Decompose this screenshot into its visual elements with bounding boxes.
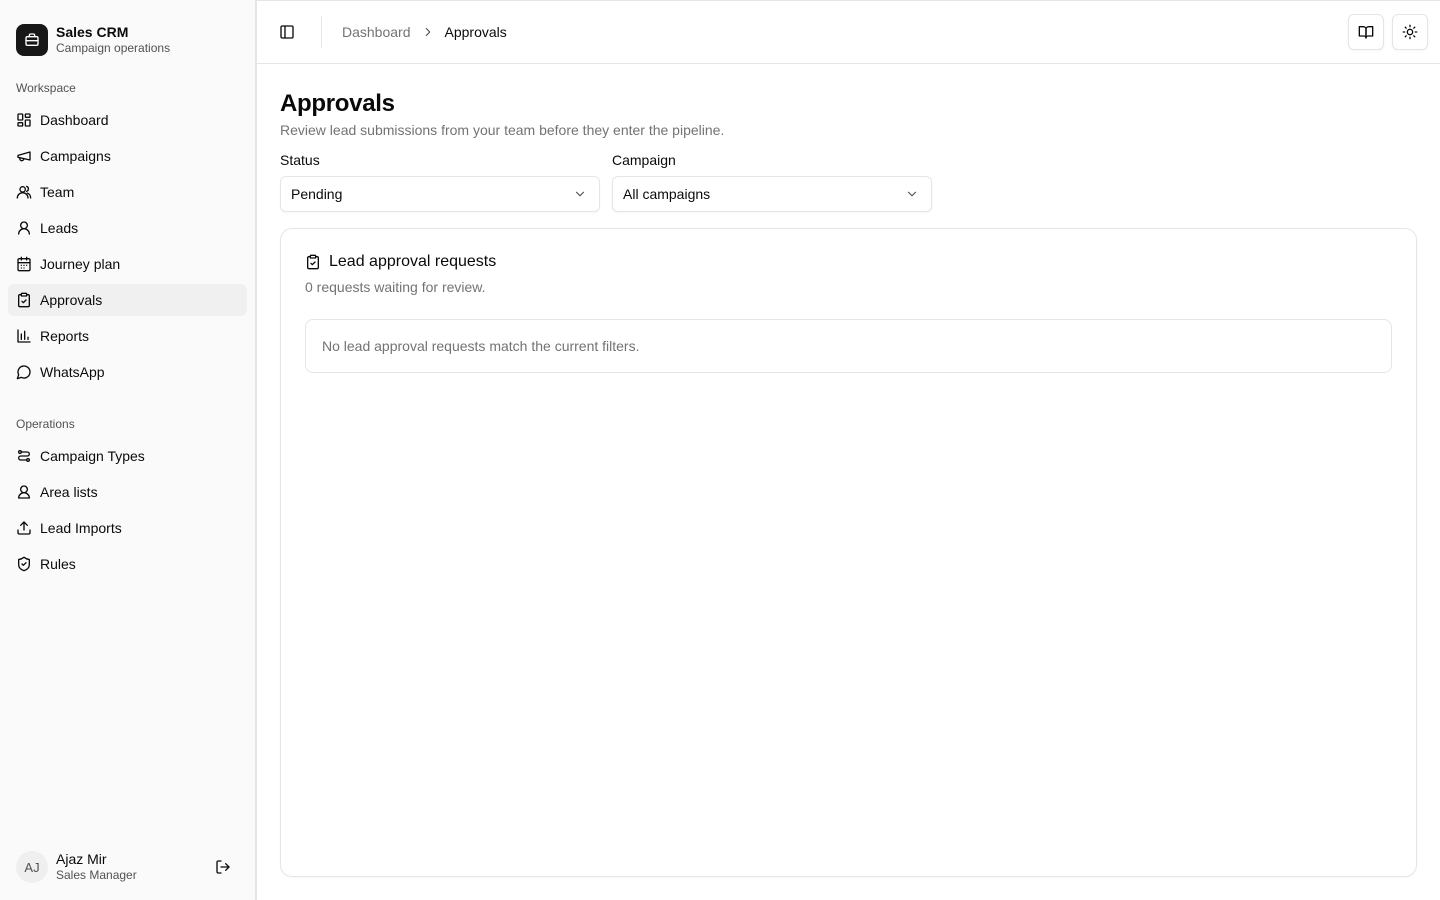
brand-title: Sales CRM xyxy=(56,23,129,40)
sidebar-item-team[interactable]: Team xyxy=(8,176,247,208)
breadcrumb-dashboard-link[interactable]: Dashboard xyxy=(342,24,411,40)
sidebar-item-label: Journey plan xyxy=(40,256,121,272)
page-content: Approvals Review lead submissions from y… xyxy=(257,64,1440,900)
top-header: Dashboard Approvals xyxy=(257,1,1440,64)
status-select-value: Pending xyxy=(291,186,343,202)
campaign-select[interactable]: All campaigns xyxy=(612,176,932,212)
theme-toggle-button[interactable] xyxy=(1392,14,1428,50)
sidebar-item-label: Reports xyxy=(40,328,90,344)
logout-button[interactable] xyxy=(207,851,239,883)
chevron-down-icon xyxy=(907,191,917,197)
panel-left-icon xyxy=(280,25,294,39)
log-out-icon xyxy=(216,860,230,874)
user-pin-icon xyxy=(18,485,30,499)
filters: Status Pending Campaign All campaigns xyxy=(280,152,1417,212)
bar-chart-icon xyxy=(17,329,31,343)
campaign-filter-label: Campaign xyxy=(612,152,676,168)
briefcase-icon xyxy=(16,23,48,56)
campaign-filter: Campaign All campaigns xyxy=(612,152,932,212)
sidebar-item-rules[interactable]: Rules xyxy=(8,548,247,580)
sidebar-item-label: Campaigns xyxy=(40,148,111,164)
user-icon xyxy=(18,221,30,235)
user-role: Sales Manager xyxy=(56,868,137,883)
status-select[interactable]: Pending xyxy=(280,176,600,212)
card-description: 0 requests waiting for review. xyxy=(305,279,486,295)
header-divider xyxy=(321,16,322,48)
sidebar-item-whatsapp[interactable]: WhatsApp xyxy=(8,356,247,388)
sidebar-item-label: Approvals xyxy=(40,292,103,308)
message-circle-icon xyxy=(16,365,31,380)
card-title: Lead approval requests xyxy=(329,253,497,270)
operations-group-label: Operations xyxy=(16,417,75,431)
workspace-group-label: Workspace xyxy=(16,81,76,95)
users-icon xyxy=(16,185,32,199)
chevron-down-icon xyxy=(575,191,585,197)
user-profile[interactable]: AJ Ajaz Mir Sales Manager xyxy=(8,842,247,892)
upload-icon xyxy=(17,521,31,535)
sidebar-item-label: Campaign Types xyxy=(40,448,145,464)
sidebar-item-journey-plan[interactable]: Journey plan xyxy=(8,248,247,280)
workspace-nav: Dashboard Campaigns Team Leads Journey p… xyxy=(8,104,247,388)
sidebar-item-dashboard[interactable]: Dashboard xyxy=(8,104,247,136)
sidebar-item-label: Team xyxy=(40,184,75,200)
sidebar-item-area-lists[interactable]: Area lists xyxy=(8,476,247,508)
sun-icon xyxy=(1402,24,1418,40)
sidebar-item-lead-imports[interactable]: Lead Imports xyxy=(8,512,247,544)
clipboard-check-icon xyxy=(307,254,319,270)
sidebar: Sales CRM Campaign operations Workspace … xyxy=(0,0,256,900)
avatar: AJ xyxy=(16,851,48,883)
empty-state-message: No lead approval requests match the curr… xyxy=(305,319,1392,373)
sidebar-item-label: Rules xyxy=(40,556,76,572)
user-name: Ajaz Mir xyxy=(56,851,107,868)
main-panel: Dashboard Approvals Approvals Review lea… xyxy=(256,0,1440,900)
sidebar-item-reports[interactable]: Reports xyxy=(8,320,247,352)
megaphone-icon xyxy=(17,151,31,162)
layout-grid-icon xyxy=(17,113,31,127)
sidebar-item-approvals[interactable]: Approvals xyxy=(8,284,247,316)
sidebar-item-label: Dashboard xyxy=(40,112,109,128)
clipboard-check-icon xyxy=(18,292,30,308)
chevron-right-icon xyxy=(425,27,430,37)
sidebar-item-campaign-types[interactable]: Campaign Types xyxy=(8,440,247,472)
breadcrumb: Dashboard Approvals xyxy=(342,24,507,40)
sidebar-toggle-button[interactable] xyxy=(273,18,301,46)
brand-subtitle: Campaign operations xyxy=(56,40,171,55)
status-filter-label: Status xyxy=(280,152,320,168)
sidebar-item-label: Leads xyxy=(40,220,79,236)
sidebar-item-label: Lead Imports xyxy=(40,520,122,536)
approval-requests-card: Lead approval requests 0 requests waitin… xyxy=(280,228,1417,877)
operations-nav: Campaign Types Area lists Lead Imports R… xyxy=(8,440,247,580)
page-description: Review lead submissions from your team b… xyxy=(280,122,725,138)
brand[interactable]: Sales CRM Campaign operations xyxy=(8,0,247,64)
book-open-icon xyxy=(1358,26,1374,39)
sidebar-item-campaigns[interactable]: Campaigns xyxy=(8,140,247,172)
sidebar-item-label: Area lists xyxy=(40,484,98,500)
status-filter: Status Pending xyxy=(280,152,600,212)
sidebar-item-label: WhatsApp xyxy=(40,364,105,380)
breadcrumb-current: Approvals xyxy=(444,24,507,40)
page-title: Approvals xyxy=(280,90,395,117)
sidebar-item-leads[interactable]: Leads xyxy=(8,212,247,244)
campaign-select-value: All campaigns xyxy=(623,186,711,202)
docs-button[interactable] xyxy=(1348,14,1384,50)
route-icon xyxy=(18,450,30,462)
calendar-icon xyxy=(17,256,31,272)
shield-check-icon xyxy=(18,556,30,572)
